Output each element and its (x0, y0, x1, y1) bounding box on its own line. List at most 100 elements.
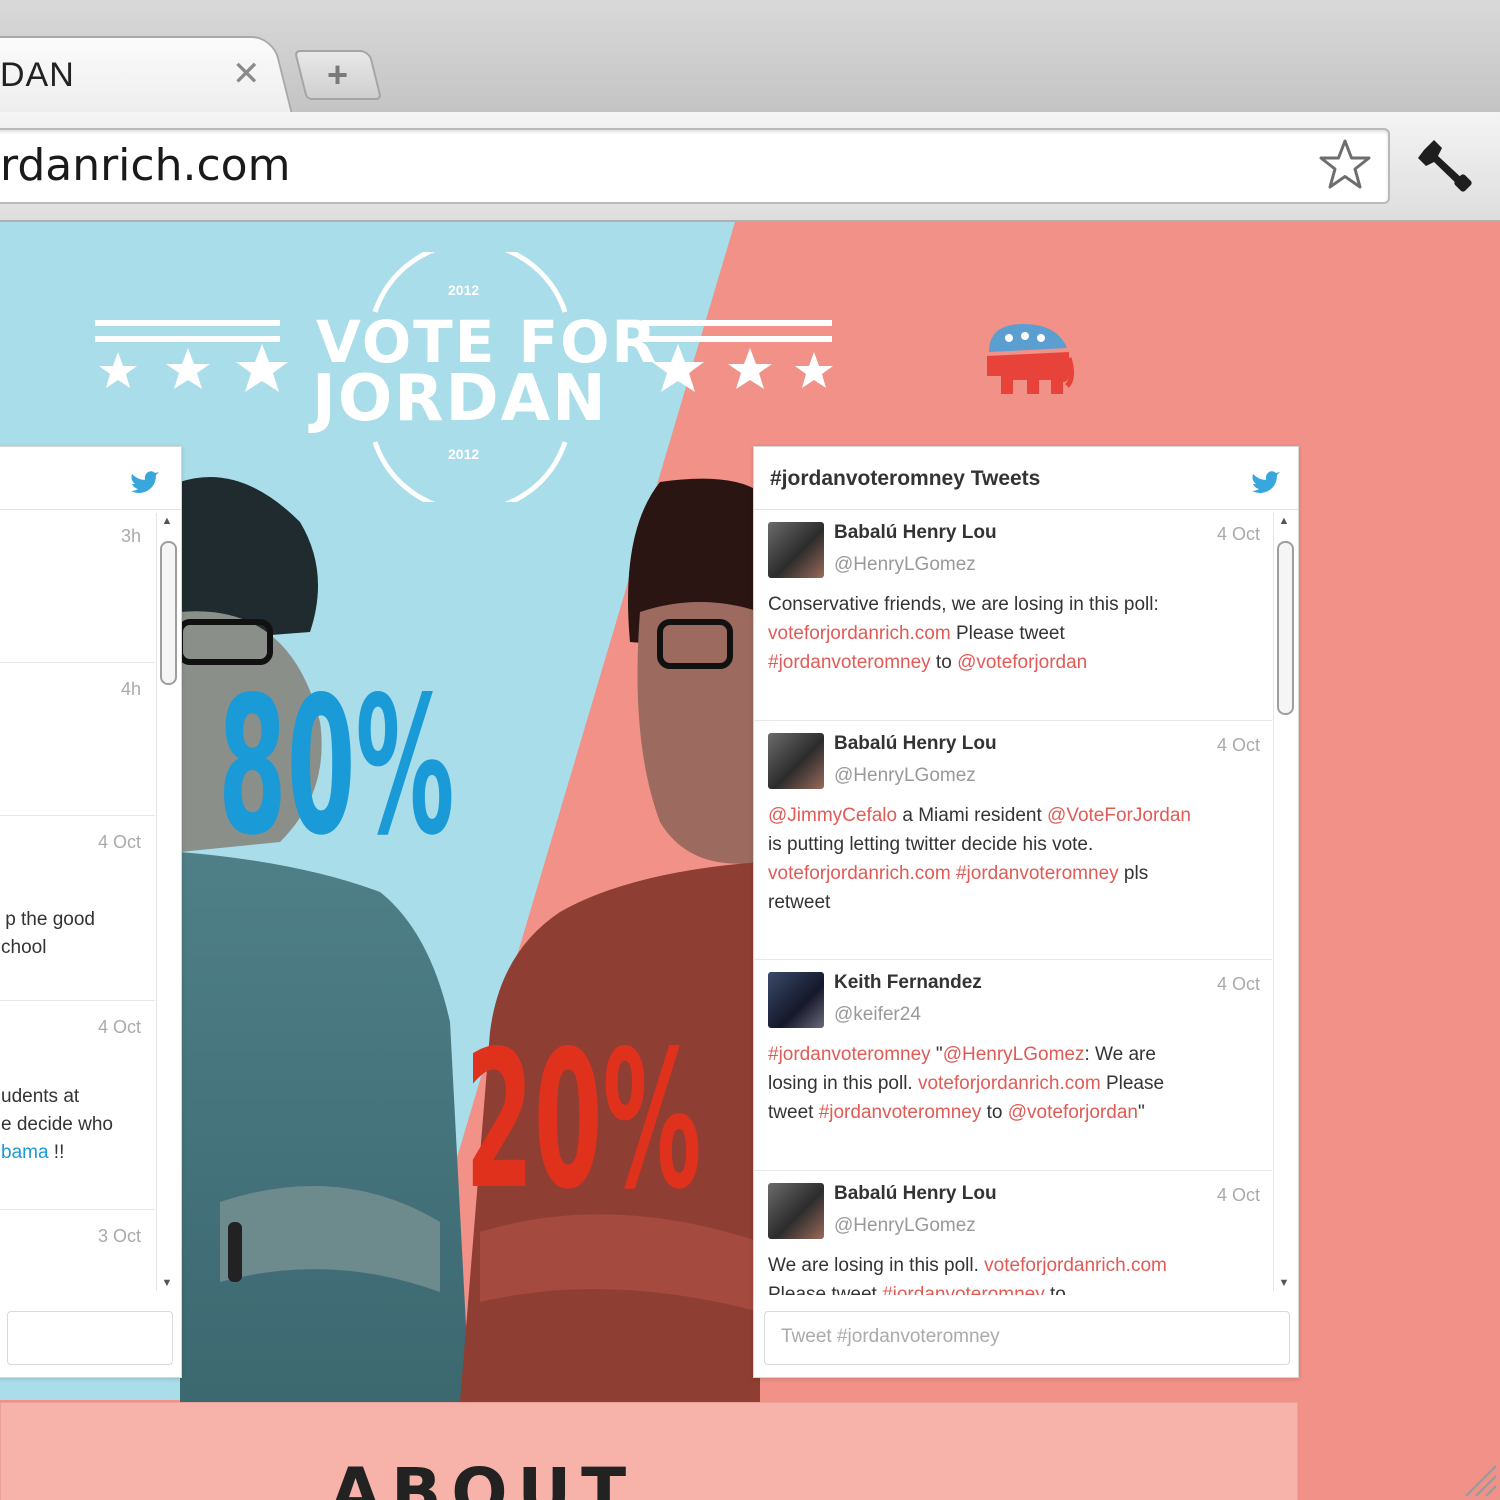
tweet-line: Please tweet (950, 623, 1065, 644)
tweet-time: 4 Oct (97, 1017, 141, 1037)
scroll-thumb[interactable] (160, 541, 177, 685)
new-tab-button[interactable]: + (293, 50, 383, 100)
hashtag-link[interactable]: #jordanvoteromney (956, 863, 1119, 884)
right-twitter-widget: #jordanvoteromney Tweets Babalú Henry Lo… (753, 446, 1299, 1378)
tweet-item[interactable]: Babalú Henry Lou @HenryLGomez 4 Oct Cons… (754, 510, 1272, 721)
tweet-link[interactable]: voteforjordanrich.com (918, 1073, 1101, 1094)
scroll-down-arrow[interactable]: ▼ (157, 1275, 177, 1291)
scroll-up-arrow[interactable]: ▲ (1274, 513, 1294, 529)
tweet-line: " (1137, 1102, 1145, 1123)
tweet-text: !! (48, 1142, 65, 1163)
left-widget-body: 3h 4h 4 Oct p the good chool 4 Oct udent… (0, 510, 155, 1295)
person-photo-red (460, 478, 760, 1402)
url-text[interactable]: rdanrich.com (0, 140, 290, 192)
left-widget-header (0, 447, 181, 510)
avatar[interactable] (768, 1183, 824, 1239)
tweet-author-name[interactable]: Keith Fernandez (834, 972, 982, 994)
tweet-text: p the good (5, 909, 95, 930)
avatar[interactable] (768, 972, 824, 1028)
tweet-time: 4h (120, 679, 141, 699)
avatar[interactable] (768, 733, 824, 789)
mention-link[interactable]: @HenryLGomez (943, 1044, 1085, 1065)
tweet-line: is putting letting twitter decide his vo… (768, 834, 1094, 855)
tweet-line: to (930, 652, 958, 673)
hashtag-link[interactable]: #jordanvoteromney (882, 1284, 1045, 1295)
close-icon[interactable]: ✕ (232, 54, 261, 94)
tweet-link[interactable]: voteforjordanrich.com (984, 1255, 1167, 1276)
list-item[interactable]: 3h (0, 510, 155, 663)
tweet-line: Conservative friends, we are losing in t… (768, 594, 1159, 615)
list-item[interactable]: 4 Oct p the good chool (0, 816, 155, 1001)
tweet-text: Conservative friends, we are losing in t… (768, 590, 1262, 677)
tweet-author-name[interactable]: Babalú Henry Lou (834, 1183, 997, 1205)
tweet-link[interactable]: voteforjordanrich.com (768, 623, 951, 644)
mention-link[interactable]: @voteforjordan (957, 652, 1087, 673)
tweet-line: Please (1100, 1073, 1165, 1094)
tweet-line: retweet (768, 892, 831, 913)
hashtag-link[interactable]: #jordanvoteromney (768, 1044, 931, 1065)
right-widget-header: #jordanvoteromney Tweets (754, 447, 1298, 510)
mention-link[interactable]: @VoteForJordan (1047, 805, 1191, 826)
tweet-author-name[interactable]: Babalú Henry Lou (834, 733, 997, 755)
logo-year-bottom: 2012 (448, 446, 480, 462)
about-section (0, 1402, 1298, 1500)
tweet-text: #jordanvoteromney "@HenryLGomez: We are … (768, 1040, 1262, 1127)
hashtag-link[interactable]: #jordanvoteromney (768, 652, 931, 673)
left-twitter-widget: 3h 4h 4 Oct p the good chool 4 Oct udent… (0, 446, 182, 1378)
tweet-item[interactable]: Babalú Henry Lou @HenryLGomez 4 Oct We a… (754, 1171, 1272, 1295)
mention-link[interactable]: @voteforjordan (1008, 1102, 1138, 1123)
scroll-down-arrow[interactable]: ▼ (1274, 1275, 1294, 1291)
tweet-time[interactable]: 4 Oct (1217, 524, 1260, 545)
tweet-text: udents at (1, 1086, 80, 1107)
tweet-time[interactable]: 4 Oct (1217, 735, 1260, 756)
tweet-line: a Miami resident (897, 805, 1048, 826)
list-item[interactable]: 4h (0, 663, 155, 816)
tweet-line: We are losing in this poll. (768, 1255, 985, 1276)
tweet-link[interactable]: voteforjordanrich.com (768, 863, 951, 884)
tweet-line: to (981, 1102, 1008, 1123)
tweet-line: " (930, 1044, 943, 1065)
tweet-line: pls (1118, 863, 1149, 884)
widget-title: #jordanvoteromney Tweets (770, 467, 1041, 490)
tweet-text: We are losing in this poll. voteforjorda… (768, 1251, 1262, 1295)
star-icon[interactable] (1318, 138, 1372, 192)
tweet-item[interactable]: Keith Fernandez @keifer24 4 Oct #jordanv… (754, 960, 1272, 1171)
webpage: 2012 VOTE FOR JORDAN 2012 80% 20% 3h 4h … (0, 222, 1500, 1500)
tweet-author-name[interactable]: Babalú Henry Lou (834, 522, 997, 544)
scroll-thumb[interactable] (1277, 541, 1294, 715)
red-percent: 20% (465, 1010, 702, 1231)
avatar[interactable] (768, 522, 824, 578)
tweet-line: losing in this poll. (768, 1073, 918, 1094)
bird-icon[interactable] (1250, 471, 1280, 497)
resize-icon[interactable] (1458, 1458, 1498, 1498)
tweet-text: e decide who (1, 1114, 113, 1135)
tweet-input[interactable]: Tweet #jordanvoteromney (764, 1311, 1290, 1365)
list-item[interactable]: 3 Oct (0, 1210, 155, 1295)
tweet-time[interactable]: 4 Oct (1217, 1185, 1260, 1206)
tweet-time[interactable]: 4 Oct (1217, 974, 1260, 995)
tweet-link[interactable]: bama (1, 1142, 49, 1163)
mention-link[interactable]: @JimmyCefalo (768, 805, 897, 826)
tweet-link[interactable]: chool (1, 934, 149, 962)
tweet-author-handle[interactable]: @HenryLGomez (834, 765, 976, 787)
tweet-author-handle[interactable]: @HenryLGomez (834, 1215, 976, 1237)
tab-title[interactable]: DAN (0, 56, 75, 95)
wrench-icon[interactable] (1416, 136, 1474, 194)
logo-year-top: 2012 (448, 282, 480, 298)
tweet-author-handle[interactable]: @keifer24 (834, 1004, 921, 1026)
scroll-up-arrow[interactable]: ▲ (157, 513, 177, 529)
right-scrollbar[interactable]: ▲ ▼ (1273, 513, 1294, 1291)
about-heading: ABOUT (330, 1454, 637, 1500)
tweet-author-handle[interactable]: @HenryLGomez (834, 554, 976, 576)
bird-icon[interactable] (129, 471, 159, 497)
tweet-line: tweet (768, 1102, 819, 1123)
tweet-item[interactable]: Babalú Henry Lou @HenryLGomez 4 Oct @Jim… (754, 721, 1272, 960)
left-scrollbar[interactable]: ▲ ▼ (156, 513, 177, 1291)
tweet-line: : We are (1084, 1044, 1156, 1065)
left-tweet-input[interactable] (7, 1311, 173, 1365)
list-item[interactable]: 4 Oct udents at e decide who bama !! (0, 1001, 155, 1210)
elephant-icon (987, 324, 1075, 394)
hashtag-link[interactable]: #jordanvoteromney (819, 1102, 982, 1123)
tweet-time: 3 Oct (97, 1226, 141, 1246)
right-widget-body: Babalú Henry Lou @HenryLGomez 4 Oct Cons… (754, 510, 1272, 1295)
